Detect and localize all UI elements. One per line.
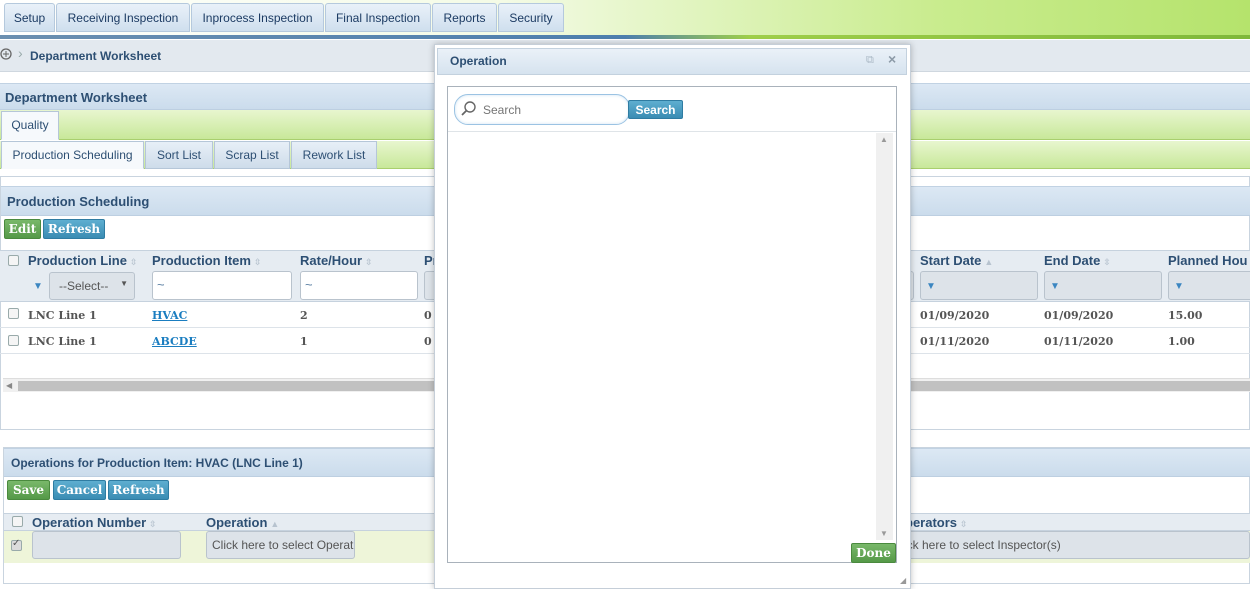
menu-receiving-inspection[interactable]: Receiving Inspection (56, 3, 190, 32)
operation-select-field[interactable]: Click here to select Operat (206, 531, 355, 559)
row-1-production-line: LNC Line 1 (28, 309, 97, 322)
sort-asc-icon: ▲ (984, 257, 994, 267)
operation-number-input[interactable] (32, 531, 181, 559)
filter-icon: ▼ (926, 281, 936, 292)
row-1-rate: 2 (300, 309, 308, 322)
menu-inprocess-inspection[interactable]: Inprocess Inspection (191, 3, 324, 32)
col-operation-number[interactable]: Operation Number ⇳ (32, 515, 157, 530)
production-line-filter[interactable]: --Select-- ▼ (49, 272, 135, 300)
menu-security[interactable]: Security (498, 3, 564, 32)
col-planned-hours[interactable]: Planned Hou (1168, 253, 1247, 268)
row-1-end-date: 01/09/2020 (1044, 309, 1114, 322)
search-box[interactable] (454, 94, 630, 125)
search-icon (461, 101, 476, 116)
refresh-operations-button[interactable]: Refresh (108, 480, 169, 500)
col-operation[interactable]: Operation ▲ (206, 515, 279, 530)
row-1-planned-hours: 15.00 (1168, 309, 1203, 322)
menu-reports[interactable]: Reports (432, 3, 497, 32)
search-input[interactable] (481, 101, 621, 119)
row-1-start-date: 01/09/2020 (920, 309, 990, 322)
row-2-production-item-link[interactable]: ABCDE (152, 335, 197, 348)
operations-row-checkbox[interactable]: ✓ (11, 538, 22, 551)
row-2-end-date: 01/11/2020 (1044, 335, 1114, 348)
tab-sort-list[interactable]: Sort List (145, 141, 213, 169)
col-start-date[interactable]: Start Date ▲ (920, 253, 993, 268)
edit-button[interactable]: Edit (4, 219, 41, 239)
save-button[interactable]: Save (7, 480, 50, 500)
tab-quality[interactable]: Quality (1, 111, 59, 140)
col-production-item[interactable]: Production Item ⇳ (152, 253, 262, 268)
row-checkbox[interactable] (8, 335, 19, 346)
scroll-up-icon[interactable]: ▲ (880, 135, 888, 144)
operations-select-all-checkbox[interactable] (12, 516, 23, 527)
page-title: Department Worksheet (5, 90, 148, 105)
check-icon: ✓ (12, 538, 21, 549)
sort-asc-icon: ▲ (270, 519, 280, 529)
col-operators[interactable]: perators ⇳ (905, 515, 968, 530)
end-date-filter[interactable]: ▼ (1044, 271, 1162, 300)
row-2-start-date: 01/11/2020 (920, 335, 990, 348)
scroll-down-icon[interactable]: ▼ (880, 529, 888, 538)
select-all-checkbox[interactable] (8, 255, 19, 266)
filter-icon: ▼ (1050, 281, 1060, 292)
filter-icon: ▼ (1174, 281, 1184, 292)
scroll-left-icon[interactable]: ◀ (6, 381, 12, 390)
operations-title: Operations for Production Item: HVAC (LN… (11, 456, 303, 470)
row-2-p: 0 (424, 335, 432, 348)
production-item-filter[interactable]: ~ (152, 271, 292, 300)
menu-final-inspection[interactable]: Final Inspection (325, 3, 431, 32)
top-menu-bar: Setup Receiving Inspection Inprocess Ins… (0, 0, 1250, 39)
row-1-production-item-link[interactable]: HVAC (152, 309, 187, 322)
planned-hours-filter[interactable]: ▼ (1168, 271, 1250, 300)
dialog-divider (448, 131, 896, 132)
refresh-button[interactable]: Refresh (43, 219, 105, 239)
row-2-rate: 1 (300, 335, 308, 348)
row-2-production-line: LNC Line 1 (28, 335, 97, 348)
dialog-title-bar[interactable] (437, 48, 907, 75)
filter-icon[interactable]: ▼ (33, 281, 43, 292)
menu-setup[interactable]: Setup (4, 3, 55, 32)
inspector-select-field[interactable]: ick here to select Inspector(s) (900, 531, 1250, 559)
tab-production-scheduling[interactable]: Production Scheduling (1, 141, 144, 169)
rate-hour-filter[interactable]: ~ (300, 271, 418, 300)
col-rate-hour[interactable]: Rate/Hour ⇳ (300, 253, 373, 268)
sort-icon: ⇳ (253, 257, 262, 267)
popout-icon[interactable]: ⧉ (866, 54, 874, 67)
sort-icon: ⇳ (365, 257, 373, 267)
home-icon[interactable] (0, 47, 14, 61)
breadcrumb[interactable]: Department Worksheet (30, 49, 161, 63)
row-1-p: 0 (424, 309, 432, 322)
tab-rework-list[interactable]: Rework List (291, 141, 377, 169)
sort-icon: ⇳ (1103, 257, 1111, 267)
dialog-title: Operation (450, 54, 507, 68)
sort-icon: ⇳ (129, 257, 138, 267)
breadcrumb-separator-icon: › (18, 45, 23, 61)
search-button[interactable]: Search (628, 100, 683, 119)
menu-stripe (0, 35, 1250, 39)
done-button[interactable]: Done (851, 543, 896, 563)
dialog-content (447, 86, 897, 563)
dialog-scrollbar[interactable]: ▲ ▼ (876, 133, 893, 540)
cancel-button[interactable]: Cancel (53, 480, 106, 500)
tab-scrap-list[interactable]: Scrap List (214, 141, 290, 169)
row-2-planned-hours: 1.00 (1168, 335, 1195, 348)
close-icon[interactable]: × (888, 51, 896, 67)
row-checkbox[interactable] (8, 308, 19, 319)
sort-icon: ⇳ (149, 519, 157, 529)
production-scheduling-title: Production Scheduling (7, 194, 150, 209)
sort-icon: ⇳ (960, 519, 968, 529)
start-date-filter[interactable]: ▼ (920, 271, 1038, 300)
dropdown-arrow-icon: ▼ (120, 279, 128, 288)
col-production-line[interactable]: Production Line ⇳ (28, 253, 138, 268)
col-end-date[interactable]: End Date ⇳ (1044, 253, 1111, 268)
